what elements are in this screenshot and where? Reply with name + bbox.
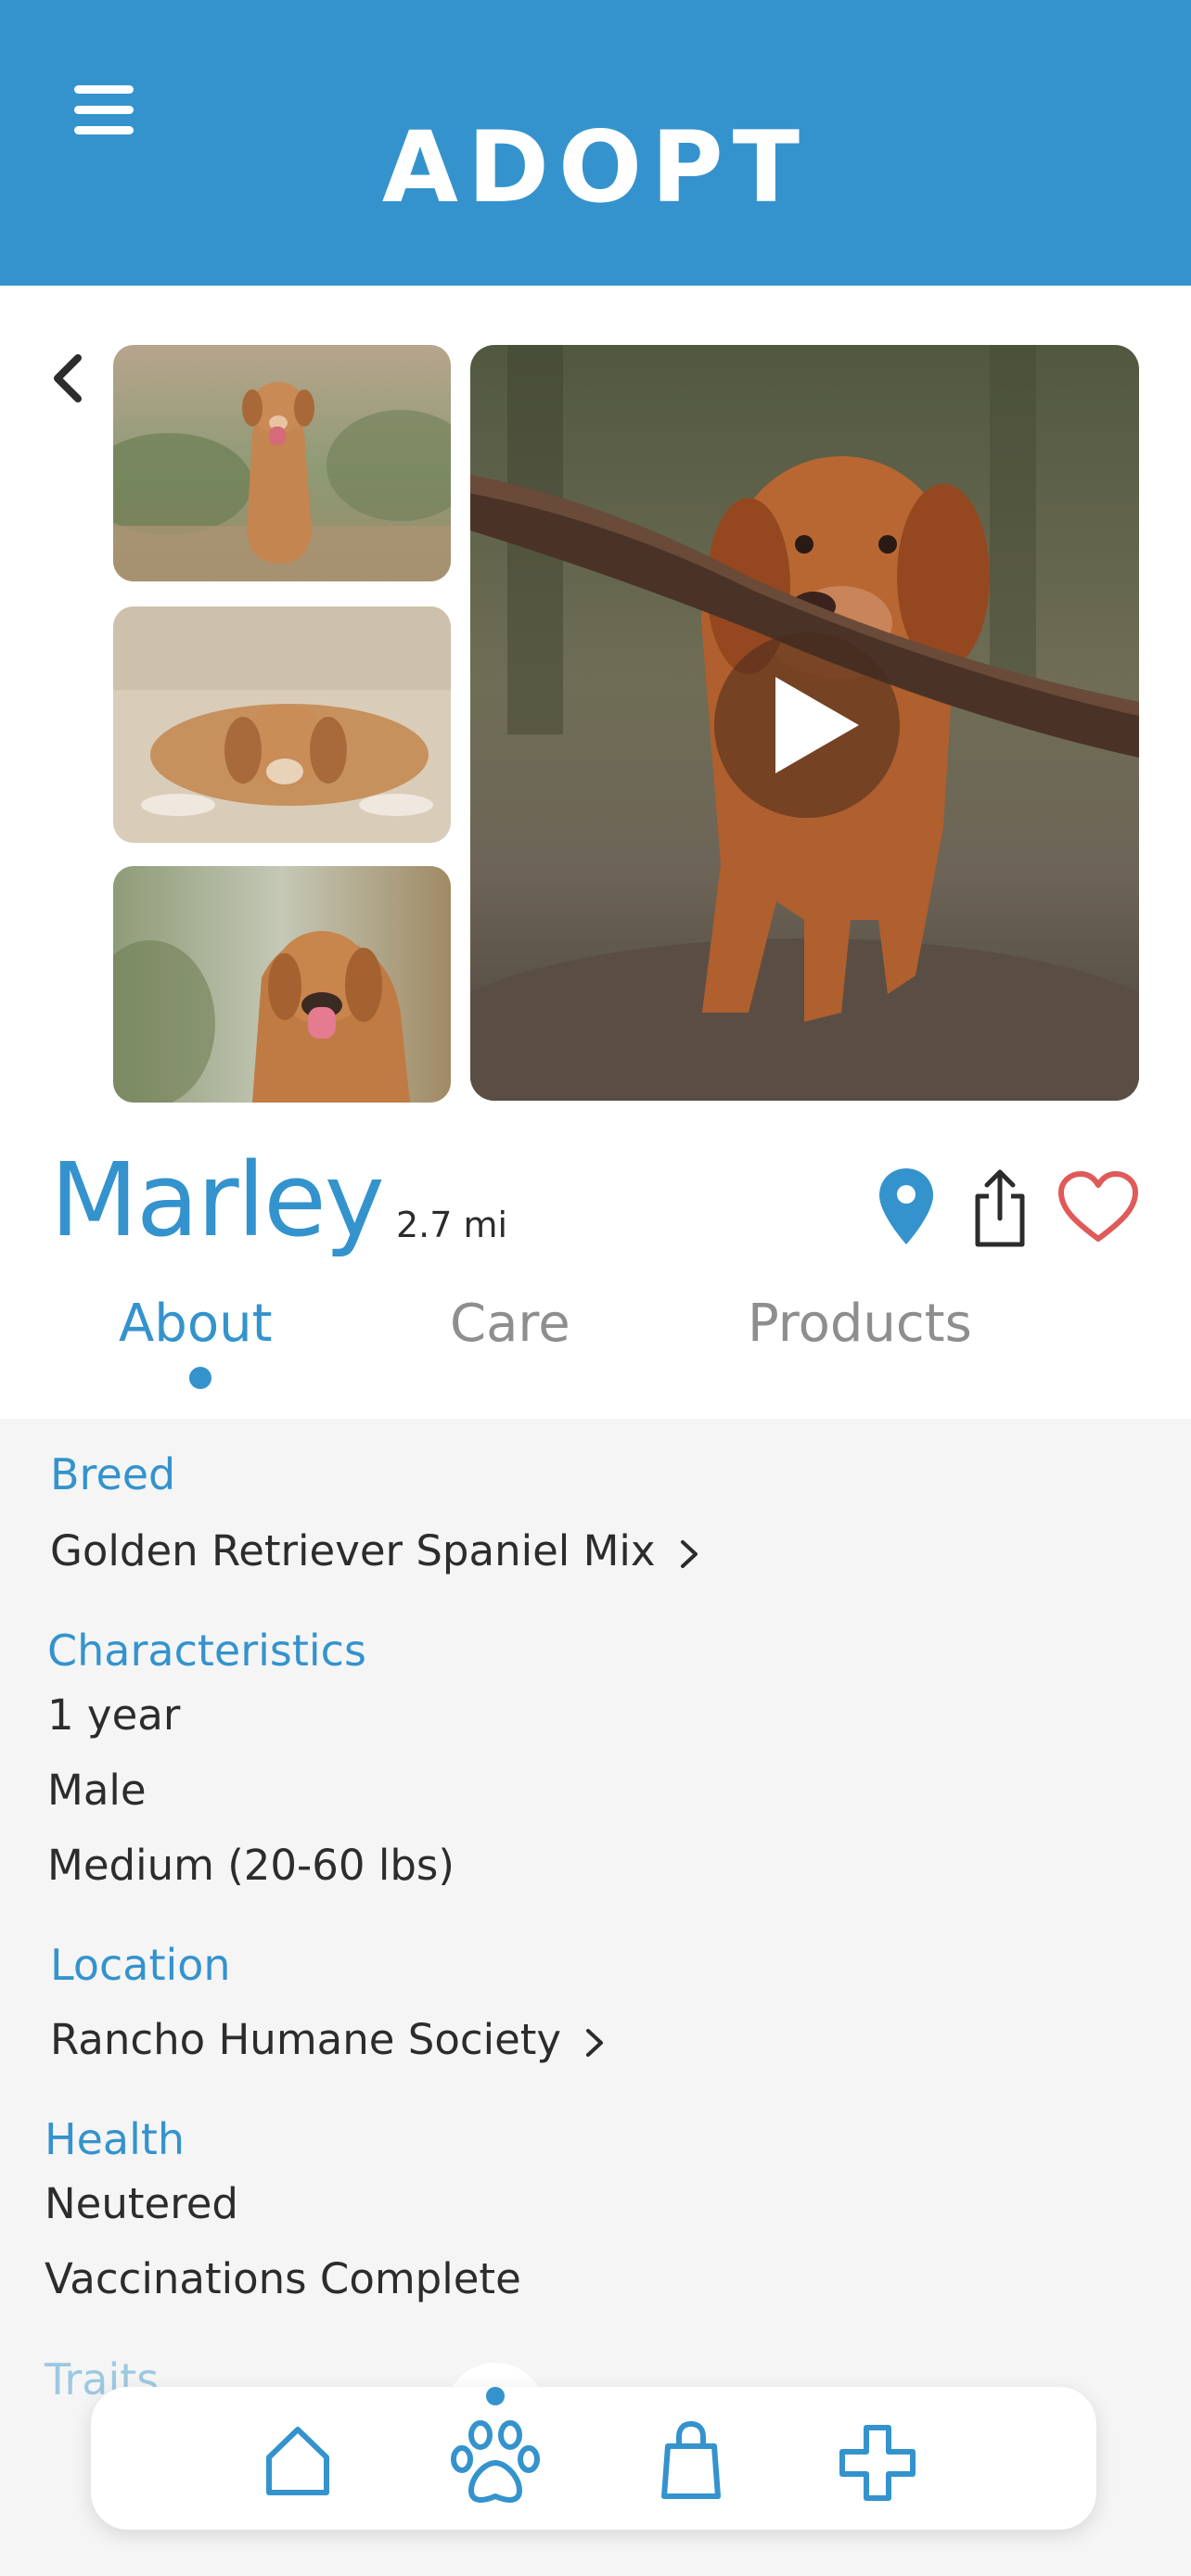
nav-active-indicator	[486, 2387, 505, 2405]
home-icon[interactable]	[263, 2424, 332, 2496]
characteristic-age: 1 year	[47, 1690, 181, 1740]
app-header: ADOPT	[0, 0, 1191, 286]
app-title: ADOPT	[381, 110, 810, 224]
paw-icon[interactable]	[451, 2420, 540, 2506]
tab-products[interactable]: Products	[748, 1298, 972, 1350]
characteristic-size: Medium (20-60 lbs)	[47, 1841, 455, 1890]
dog-photo-sitting	[113, 345, 451, 581]
pet-name: Marley	[50, 1141, 385, 1259]
dog-photo-lying	[113, 606, 451, 843]
breed-link[interactable]: Golden Retriever Spaniel Mix	[50, 1530, 700, 1572]
play-icon	[775, 677, 859, 773]
location-value: Rancho Humane Society	[50, 2015, 562, 2064]
pet-distance: 2.7 mi	[396, 1205, 508, 1245]
tab-about[interactable]: About	[119, 1298, 273, 1350]
location-label: Location	[50, 1940, 231, 1990]
share-icon[interactable]	[970, 1168, 1030, 1248]
heart-icon[interactable]	[1057, 1170, 1139, 1244]
active-tab-indicator	[189, 1367, 211, 1389]
play-button[interactable]	[714, 632, 900, 818]
tab-care[interactable]: Care	[450, 1298, 570, 1350]
health-label: Health	[45, 2114, 186, 2164]
chevron-right-icon	[586, 2029, 604, 2057]
characteristic-sex: Male	[47, 1766, 147, 1815]
chevron-right-icon	[680, 1540, 698, 1568]
health-vaccinations: Vaccinations Complete	[45, 2254, 521, 2303]
location-pin-icon[interactable]	[877, 1167, 935, 1246]
gallery-thumbnail[interactable]	[113, 606, 451, 843]
gallery-thumbnail[interactable]	[113, 345, 451, 581]
dog-photo-smiling	[113, 866, 451, 1103]
breed-value: Golden Retriever Spaniel Mix	[50, 1526, 656, 1575]
chevron-left-icon[interactable]	[46, 351, 89, 406]
shopping-bag-icon[interactable]	[660, 2420, 722, 2500]
location-link[interactable]: Rancho Humane Society	[50, 2019, 606, 2060]
medical-cross-icon[interactable]	[839, 2424, 916, 2502]
bottom-navigation	[91, 2387, 1096, 2530]
characteristics-label: Characteristics	[47, 1626, 366, 1676]
gallery-thumbnail[interactable]	[113, 866, 451, 1103]
breed-label: Breed	[50, 1449, 176, 1499]
health-neutered: Neutered	[45, 2179, 238, 2228]
